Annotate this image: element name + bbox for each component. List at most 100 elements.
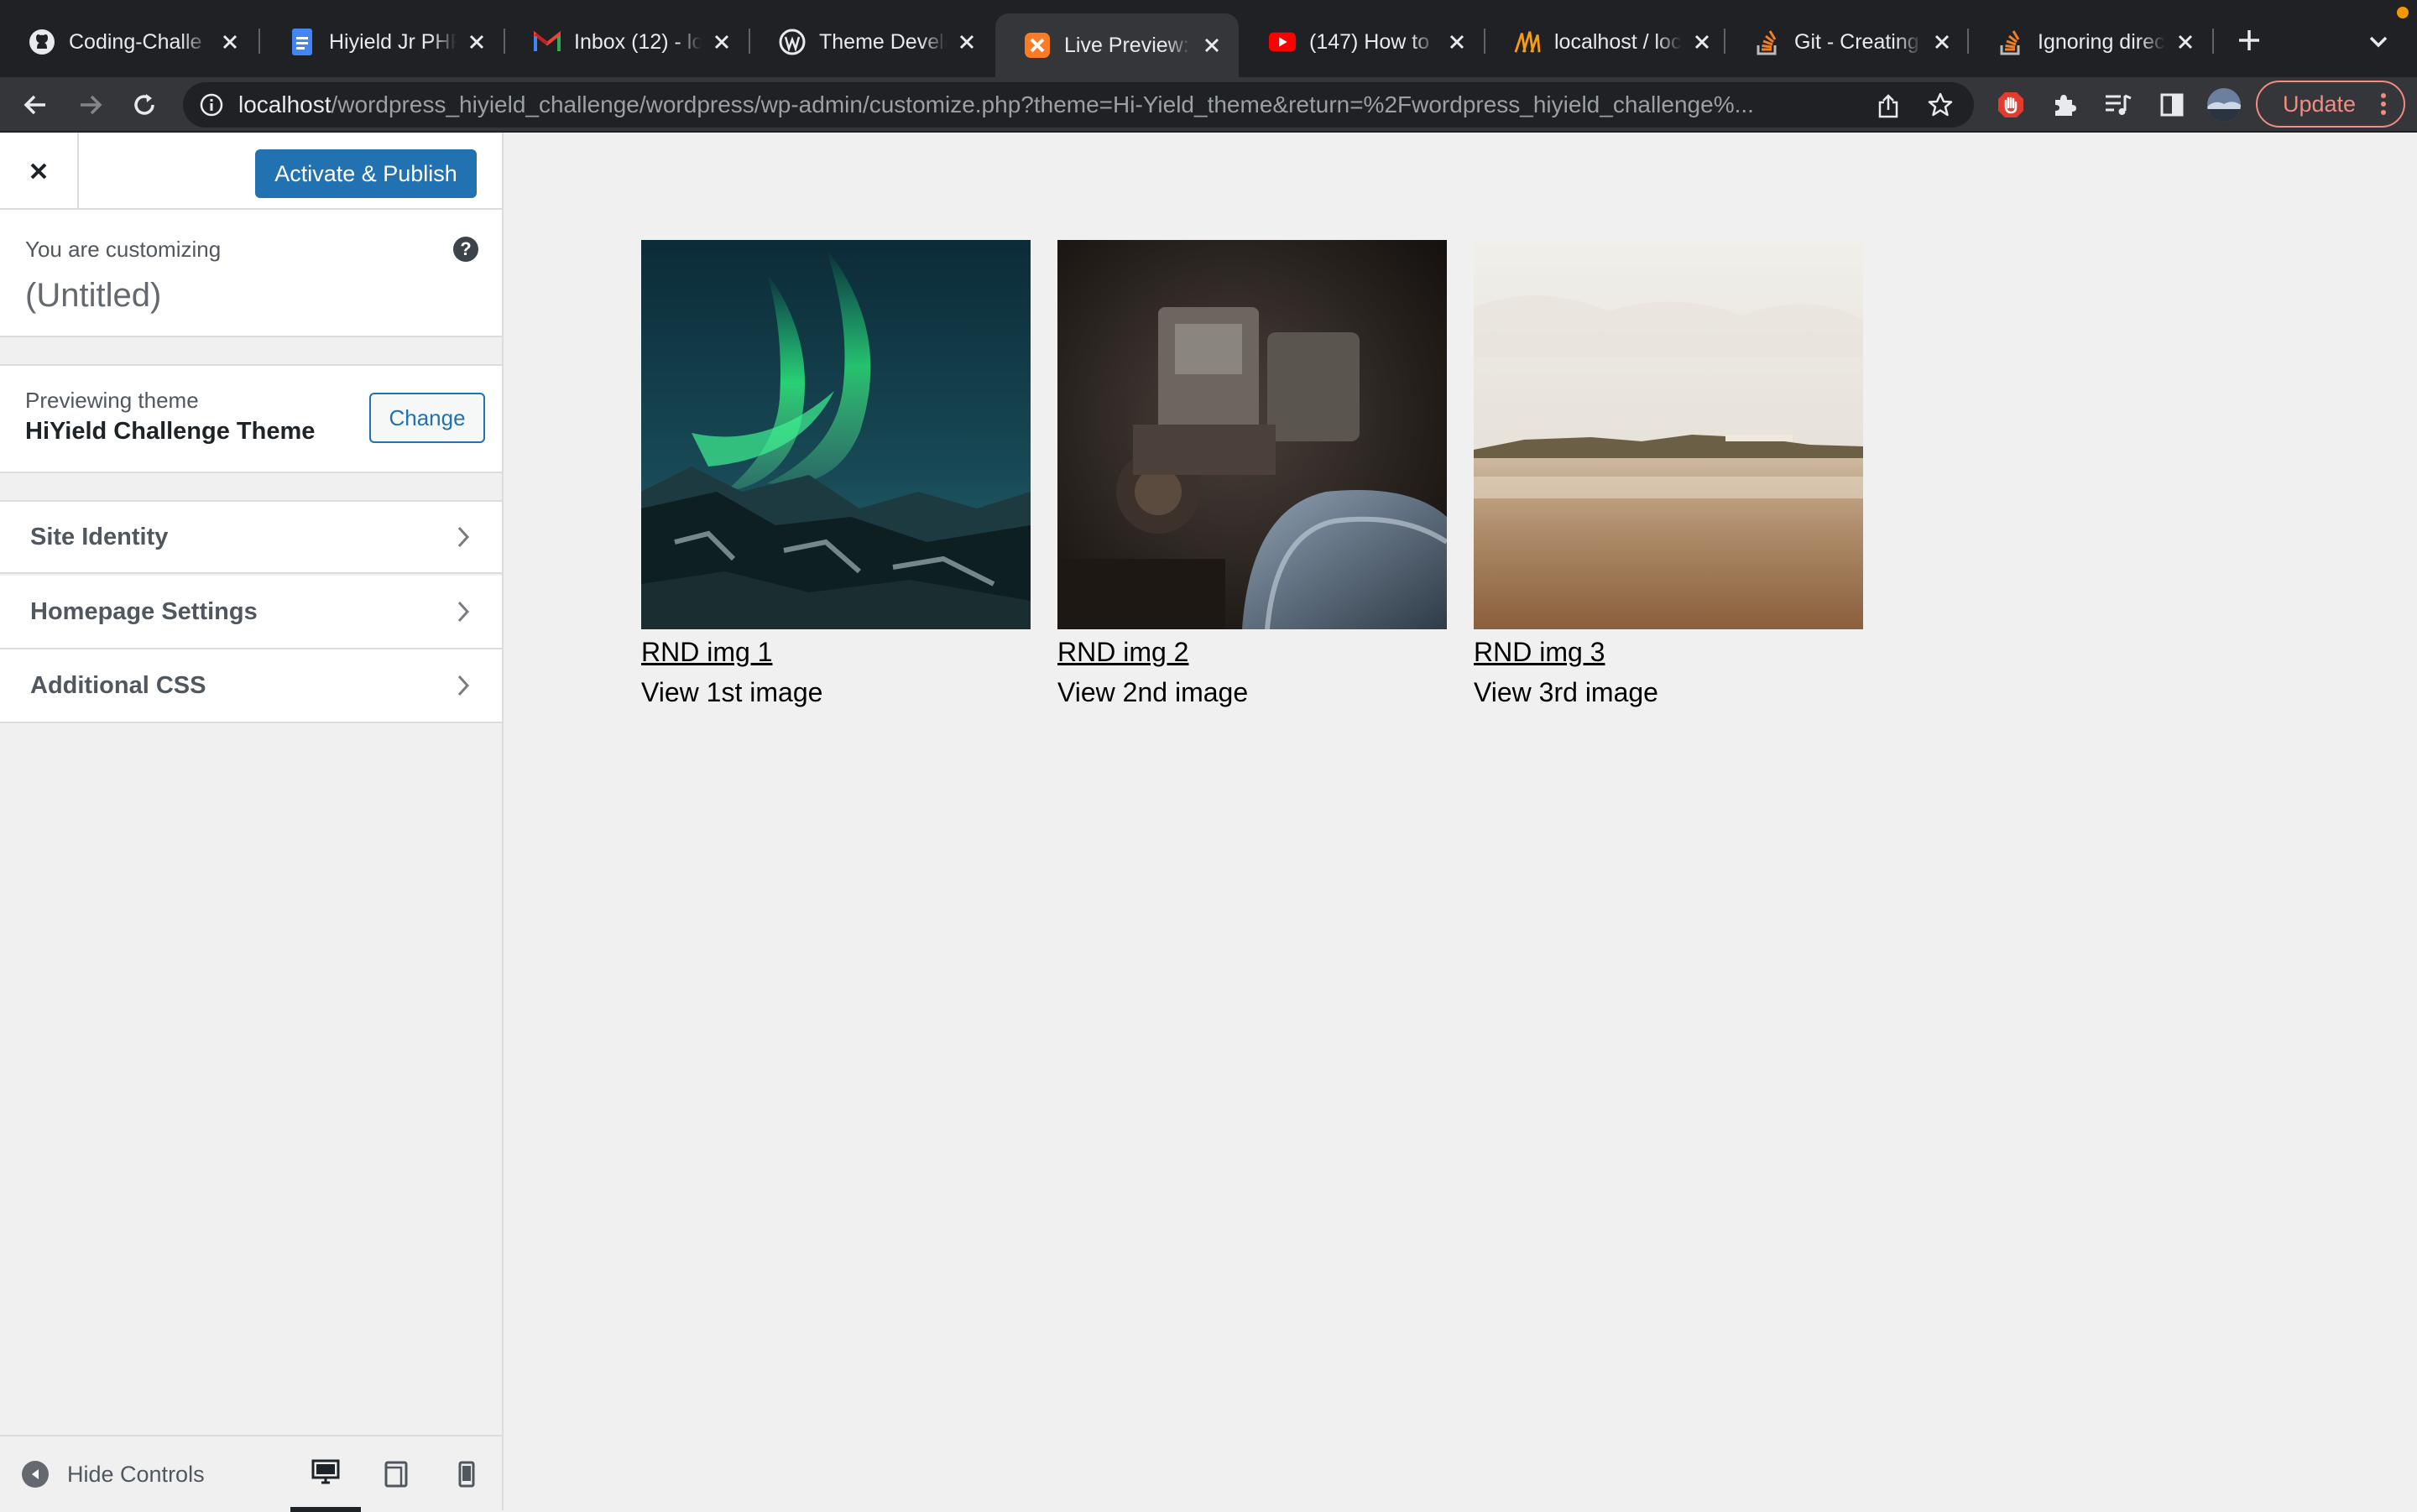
forward-arrow-icon[interactable] — [72, 86, 109, 123]
help-icon[interactable]: ? — [453, 237, 478, 262]
update-badge-dot — [2397, 7, 2409, 18]
browser-tab[interactable]: Git - Creating — [1725, 12, 1969, 72]
change-theme-button[interactable]: Change — [369, 393, 485, 443]
browser-tab[interactable]: Coding-Challe — [0, 12, 257, 72]
stackoverflow-icon — [1997, 29, 2024, 55]
profile-avatar[interactable] — [2206, 86, 2242, 123]
customizer-footer: Hide Controls — [0, 1435, 502, 1512]
wordpress-icon — [779, 29, 806, 55]
side-panel-icon[interactable] — [2153, 86, 2190, 123]
close-tab-icon[interactable] — [710, 30, 733, 54]
preview-tablet-button[interactable] — [361, 1436, 431, 1512]
machinery-image[interactable] — [1057, 240, 1447, 629]
close-customizer-button[interactable] — [0, 133, 79, 210]
aurora-image[interactable] — [641, 240, 1031, 629]
bookmark-star-icon[interactable] — [1927, 91, 1954, 118]
tab-title: (147) How to C — [1309, 29, 1437, 54]
back-arrow-icon[interactable] — [17, 86, 54, 123]
close-tab-icon[interactable] — [465, 30, 488, 54]
tab-title: Coding-Challe — [69, 29, 202, 54]
close-tab-icon[interactable] — [218, 30, 242, 54]
gallery-card: RND img 2 View 2nd image — [1057, 240, 1447, 710]
url-host: localhost — [238, 91, 331, 117]
tab-separator — [2212, 29, 2214, 54]
site-preview: RND img 1 View 1st image RND img 2 View … — [504, 133, 2417, 1510]
image-link[interactable]: RND img 2 — [1057, 634, 1447, 670]
close-tab-icon[interactable] — [2174, 30, 2197, 54]
activate-publish-label: Activate & Publish — [274, 160, 457, 186]
chevron-right-icon — [446, 595, 480, 628]
adblock-extension-icon[interactable] — [1992, 86, 2029, 123]
desktop-icon — [311, 1459, 340, 1484]
reload-icon[interactable] — [126, 86, 163, 123]
xampp-icon — [1024, 32, 1051, 59]
previewing-theme-label: Previewing theme — [25, 388, 199, 413]
hide-controls-button[interactable]: Hide Controls — [22, 1453, 205, 1495]
site-title: (Untitled) — [25, 277, 162, 314]
youtube-icon — [1269, 29, 1296, 55]
theme-preview-box: Previewing theme HiYield Challenge Theme… — [0, 364, 502, 473]
image-link[interactable]: RND img 3 — [1474, 634, 1863, 670]
browser-tab[interactable]: (147) How to C — [1240, 12, 1484, 72]
url-text[interactable]: localhost/wordpress_hiyield_challenge/wo… — [238, 82, 1875, 128]
chevron-right-icon — [446, 520, 480, 554]
tab-title: Ignoring direct — [2038, 29, 2165, 54]
new-tab-icon[interactable] — [2232, 23, 2266, 57]
customizer-header: Activate & Publish — [0, 133, 502, 210]
browser-tab[interactable]: Inbox (12) - lo — [505, 12, 749, 72]
beach-image[interactable] — [1474, 240, 1863, 629]
close-tab-icon[interactable] — [1690, 30, 1714, 54]
url-path: /wordpress_hiyield_challenge/wordpress/w… — [331, 91, 1754, 117]
stackoverflow-icon — [1754, 29, 1781, 55]
close-icon — [29, 161, 49, 181]
tablet-icon — [384, 1461, 408, 1488]
mobile-icon — [458, 1461, 475, 1488]
browser-tab[interactable]: localhost / loc — [1485, 12, 1729, 72]
section-site-identity[interactable]: Site Identity — [0, 500, 502, 574]
chevron-right-icon — [446, 669, 480, 702]
address-bar[interactable]: localhost/wordpress_hiyield_challenge/wo… — [183, 82, 1974, 128]
media-queue-icon[interactable] — [2100, 86, 2137, 123]
browser-tab[interactable]: Hiyield Jr PHP — [260, 12, 504, 72]
share-icon[interactable] — [1875, 92, 1902, 119]
extensions-puzzle-icon[interactable] — [2046, 86, 2083, 123]
preview-desktop-button[interactable] — [290, 1436, 361, 1512]
activate-publish-button[interactable]: Activate & Publish — [255, 149, 477, 198]
preview-mobile-button[interactable] — [431, 1436, 502, 1512]
gallery-card: RND img 1 View 1st image — [641, 240, 1031, 710]
image-link[interactable]: RND img 1 — [641, 634, 1031, 670]
collapse-arrow-icon — [22, 1461, 49, 1488]
close-tab-icon[interactable] — [955, 30, 979, 54]
browser-toolbar: localhost/wordpress_hiyield_challenge/wo… — [0, 77, 2417, 133]
close-tab-icon[interactable] — [1445, 30, 1469, 54]
more-menu-icon[interactable] — [2375, 92, 2392, 116]
section-label: Additional CSS — [30, 671, 206, 699]
tab-search-chevron-down-icon[interactable] — [2363, 27, 2394, 57]
change-label: Change — [389, 404, 466, 430]
customizing-info: You are customizing (Untitled) ? — [0, 210, 502, 337]
browser-tab[interactable]: Ignoring direct — [1969, 12, 2212, 72]
image-subtitle: View 2nd image — [1057, 677, 1249, 707]
customizer-sidebar: Activate & Publish You are customizing (… — [0, 133, 504, 1512]
gallery-card: RND img 3 View 3rd image — [1474, 240, 1863, 710]
customizing-label: You are customizing — [25, 237, 222, 262]
github-icon — [29, 29, 55, 55]
close-tab-icon[interactable] — [1930, 30, 1954, 54]
tab-title: Theme Develo — [819, 29, 947, 54]
section-label: Site Identity — [30, 523, 169, 550]
section-homepage-settings[interactable]: Homepage Settings — [0, 576, 502, 649]
browser-tab-active[interactable]: Live Preview: — [995, 13, 1239, 77]
image-subtitle: View 3rd image — [1474, 677, 1658, 707]
tab-title: Hiyield Jr PHP — [329, 29, 457, 54]
close-tab-icon[interactable] — [1200, 34, 1224, 57]
hide-controls-label: Hide Controls — [67, 1461, 205, 1487]
browser-tab[interactable]: Theme Develo — [750, 12, 994, 72]
theme-name: HiYield Challenge Theme — [25, 418, 316, 445]
section-additional-css[interactable]: Additional CSS — [0, 649, 502, 723]
update-chrome-button[interactable]: Update — [2256, 81, 2405, 128]
tab-title: Live Preview: — [1064, 33, 1189, 57]
phpmyadmin-icon — [1514, 29, 1541, 55]
site-info-icon[interactable] — [200, 93, 223, 117]
gmail-icon — [534, 29, 561, 55]
google-docs-icon — [289, 29, 316, 55]
